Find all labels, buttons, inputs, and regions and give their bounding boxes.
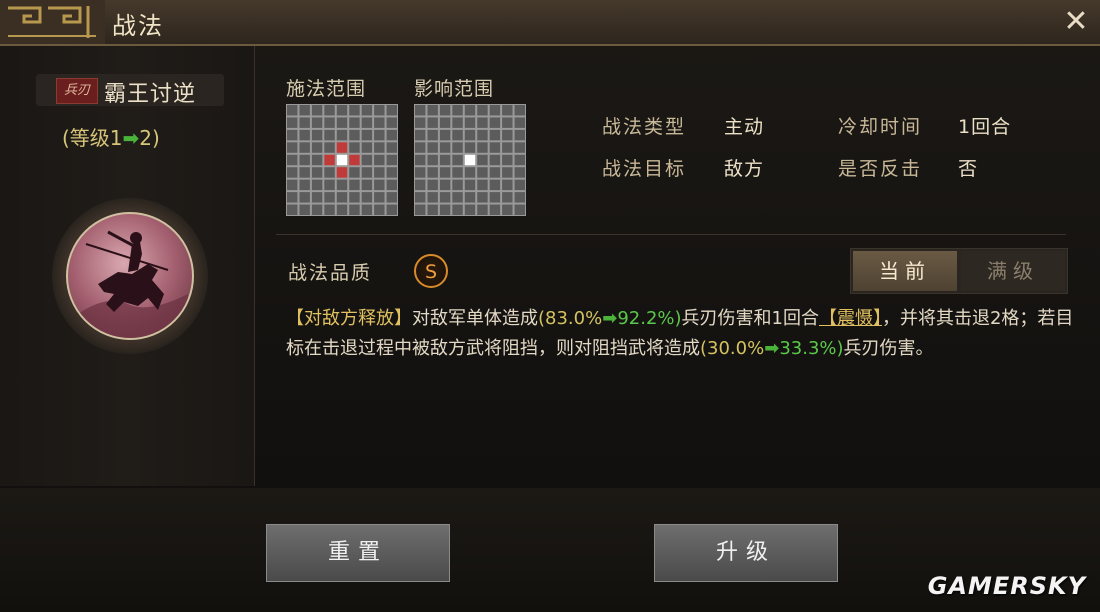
tab-current[interactable]: 当前 [853,251,957,291]
counter-label: 是否反击 [838,158,923,180]
dialog-title: 战法 [112,12,164,40]
skill-target-value: 敌方 [724,158,765,180]
arrow-right-icon: ➡ [602,308,618,329]
quality-badge: S [414,254,448,288]
skill-name: 霸王讨逆 [104,82,197,107]
skill-type-tag: 兵刃 [56,78,98,104]
skill-type-label: 战法类型 [602,116,687,138]
cooldown-label: 冷却时间 [838,116,923,138]
skill-dialog: 战法 ✕ 兵刃 霸王讨逆 (等级1➡2) 施法范围 影响范围 战法类型 主动 战… [0,0,1100,612]
desc-text: 兵刃伤害。 [843,338,934,359]
cast-range-label: 施法范围 [286,78,367,100]
desc-value-old: (30.0% [700,338,765,359]
level-from: (等级1 [62,126,123,150]
upgrade-button[interactable]: 升级 [654,524,838,582]
reset-button[interactable]: 重置 [266,524,450,582]
skill-type-value: 主动 [724,116,765,138]
effect-range-label: 影响范围 [414,78,495,100]
action-bar: 重置 升级 GAMERSKY [0,488,1100,612]
desc-text: 兵刃伤害和1回合 [681,308,819,329]
desc-value-new: 92.2%) [617,308,682,329]
skill-name-box: 兵刃 霸王讨逆 [36,74,224,107]
cast-range-grid [286,104,398,216]
cooldown-value: 1回合 [958,116,1012,138]
tab-max-level[interactable]: 满级 [961,251,1065,291]
quality-label: 战法品质 [288,262,373,284]
skill-target-label: 战法目标 [602,158,687,180]
title-ornament [0,0,105,44]
skill-icon-rider [66,212,194,340]
counter-value: 否 [958,158,979,180]
desc-target-tag: 【对敌方释放】 [286,308,412,329]
title-bar: 战法 ✕ [0,0,1100,46]
arrow-right-icon: ➡ [122,126,140,150]
level-change: (等级1➡2) [62,122,160,151]
desc-text: 对敌军单体造成 [412,308,538,329]
skill-detail-panel: 施法范围 影响范围 战法类型 主动 战法目标 敌方 冷却时间 1回合 是否反击 … [256,46,1100,486]
watermark: GAMERSKY [927,572,1086,600]
desc-value-old: (83.0% [538,308,603,329]
close-icon[interactable]: ✕ [1058,4,1094,40]
desc-value-new: 33.3%) [779,338,844,359]
skill-info-panel: 兵刃 霸王讨逆 (等级1➡2) [0,46,255,486]
effect-range-grid [414,104,526,216]
level-tabs: 当前 满级 [850,248,1068,294]
level-to: 2) [139,126,160,150]
arrow-right-icon: ➡ [764,338,780,359]
skill-description: 【对敌方释放】对敌军单体造成(83.0%➡92.2%)兵刃伤害和1回合【震慑】，… [286,304,1076,364]
divider [276,234,1066,235]
skill-icon-frame [52,198,208,354]
desc-status-link[interactable]: 【震慑】 [819,308,882,329]
